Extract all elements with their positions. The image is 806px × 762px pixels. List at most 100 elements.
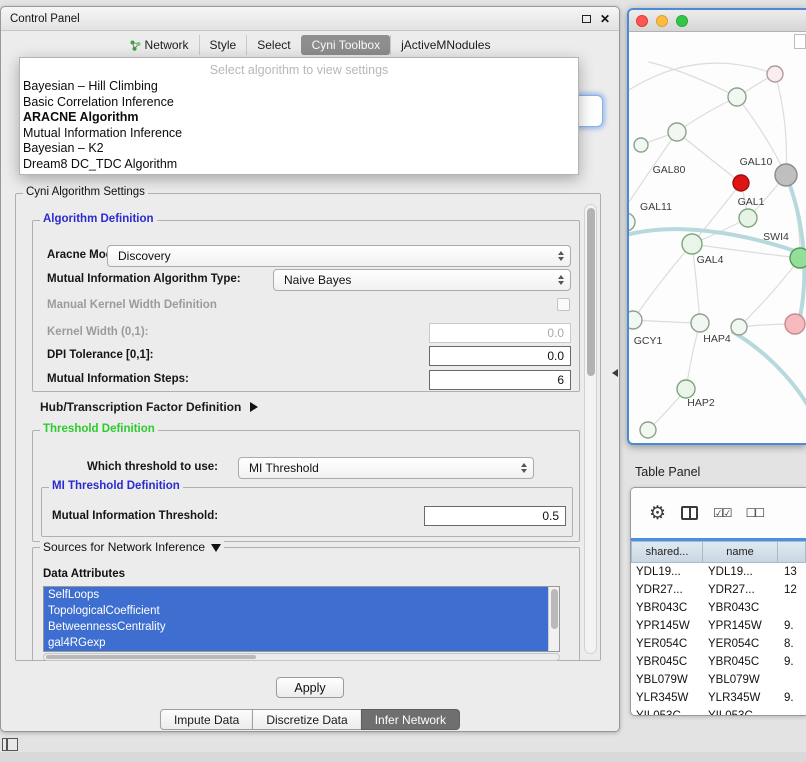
network-node[interactable]: [775, 164, 797, 186]
algorithm-option[interactable]: Bayesian – Hill Climbing: [20, 79, 578, 95]
float-window-icon[interactable]: [582, 15, 591, 23]
node-label: GAL4: [697, 254, 724, 266]
network-canvas-area[interactable]: GAL80GAL11GAL10GAL1GAL4SWI4GCY1HAP4HAP2: [629, 32, 806, 443]
column-header[interactable]: [777, 541, 806, 563]
attributes-scrollbar[interactable]: [548, 587, 559, 651]
close-icon[interactable]: ✕: [600, 13, 610, 25]
select-none-icon[interactable]: ☐☐: [746, 506, 764, 520]
splitter-collapse-handle[interactable]: [612, 369, 618, 377]
control-panel-titlebar[interactable]: Control Panel ✕: [1, 7, 619, 31]
close-traffic-icon[interactable]: [636, 15, 648, 27]
tab-cyni-toolbox[interactable]: Cyni Toolbox: [301, 35, 390, 55]
table-row[interactable]: YER054CYER054C8.: [631, 635, 806, 653]
algorithm-option[interactable]: Dream8 DC_TDC Algorithm: [20, 157, 578, 173]
zoom-traffic-icon[interactable]: [676, 15, 688, 27]
network-node[interactable]: [677, 380, 695, 398]
sources-title[interactable]: Sources for Network Inference: [40, 540, 224, 554]
tab-select[interactable]: Select: [246, 35, 300, 55]
attributes-scrollbar-thumb[interactable]: [551, 589, 558, 629]
table-row[interactable]: YDL19...YDL19...13: [631, 563, 806, 581]
table-row[interactable]: YBR045CYBR045C9.: [631, 653, 806, 671]
column-header[interactable]: shared...: [631, 541, 703, 563]
mi-algorithm-type-select[interactable]: Naive Bayes: [273, 269, 571, 291]
select-all-checked-icon[interactable]: ☑☑: [713, 506, 731, 520]
mi-algorithm-type-value: Naive Bayes: [284, 273, 351, 287]
network-edge: [633, 320, 700, 323]
node-label: HAP4: [703, 333, 731, 345]
mi-steps-field[interactable]: 6: [429, 370, 571, 390]
network-node[interactable]: [790, 248, 806, 268]
dpi-tolerance-field[interactable]: 0.0: [429, 346, 571, 366]
network-node[interactable]: [629, 311, 642, 329]
network-node[interactable]: [682, 234, 702, 254]
network-node[interactable]: [668, 123, 686, 141]
manual-kernel-width-checkbox[interactable]: [557, 298, 570, 311]
tab-style[interactable]: Style: [199, 35, 247, 55]
network-node[interactable]: [691, 314, 709, 332]
network-node[interactable]: [629, 213, 635, 231]
algorithm-option[interactable]: Basic Correlation Inference: [20, 95, 578, 111]
table-cell: YBL079W: [631, 671, 703, 689]
node-label: GAL11: [640, 201, 672, 213]
threshold-definition-group: Threshold Definition Which threshold to …: [32, 430, 580, 542]
network-node[interactable]: [767, 66, 783, 82]
network-node[interactable]: [640, 422, 656, 438]
table-row[interactable]: YBR043CYBR043C: [631, 599, 806, 617]
algorithm-option[interactable]: Bayesian – K2: [20, 141, 578, 157]
expand-right-icon[interactable]: [250, 402, 258, 412]
mi-threshold-field[interactable]: 0.5: [424, 506, 566, 526]
settings-scrollbar-thumb[interactable]: [587, 208, 595, 376]
network-window-titlebar[interactable]: [629, 10, 806, 32]
algorithm-option[interactable]: ARACNE Algorithm: [20, 110, 578, 126]
bottom-tab-infer-network[interactable]: Infer Network: [361, 709, 460, 730]
hub-transcription-factor-section[interactable]: Hub/Transcription Factor Definition: [40, 400, 258, 414]
attributes-h-scrollbar-thumb[interactable]: [46, 655, 256, 659]
bottom-tab-discretize-data[interactable]: Discretize Data: [252, 709, 361, 730]
table-body: YDL19...YDL19...13YDR27...YDR27...12YBR0…: [631, 563, 806, 716]
table-panel-window: ⚙ ☑☑ ☐☐ shared...name YDL19...YDL19...13…: [630, 487, 806, 716]
table-cell: YLR345W: [703, 689, 779, 707]
bottom-tab-impute-data[interactable]: Impute Data: [160, 709, 253, 730]
node-label: HAP2: [687, 397, 715, 409]
table-row[interactable]: YIL053CYIL053C: [631, 707, 806, 716]
attribute-item[interactable]: BetweennessCentrality: [44, 619, 548, 635]
dock-panel-icon[interactable]: [2, 738, 18, 751]
data-attributes-list[interactable]: SelfLoopsTopologicalCoefficientBetweenne…: [43, 586, 560, 652]
table-cell: YBR043C: [631, 599, 703, 617]
attribute-item[interactable]: gal4RGexp: [44, 635, 548, 651]
tab-jactivemnodules[interactable]: jActiveMNodules: [390, 35, 500, 55]
column-header[interactable]: name: [702, 541, 778, 563]
network-node[interactable]: [739, 209, 757, 227]
aracne-mode-select[interactable]: Discovery: [107, 245, 571, 267]
table-cell: YPR145W: [631, 617, 703, 635]
collapse-down-icon[interactable]: [211, 544, 221, 552]
attribute-item[interactable]: SelfLoops: [44, 587, 548, 603]
settings-scrollbar[interactable]: [584, 204, 597, 654]
kernel-width-field[interactable]: 0.0: [429, 323, 571, 343]
tab-network[interactable]: Network: [120, 35, 199, 55]
gear-icon[interactable]: ⚙: [649, 504, 666, 523]
network-node[interactable]: [733, 175, 749, 191]
network-node[interactable]: [785, 314, 805, 334]
network-node[interactable]: [731, 319, 747, 335]
attribute-item[interactable]: TopologicalCoefficient: [44, 603, 548, 619]
network-view-window: GAL80GAL11GAL10GAL1GAL4SWI4GCY1HAP4HAP2: [627, 8, 806, 445]
which-threshold-select[interactable]: MI Threshold: [238, 457, 534, 479]
table-row[interactable]: YBL079WYBL079W: [631, 671, 806, 689]
attributes-h-scrollbar[interactable]: [43, 653, 560, 661]
network-node[interactable]: [728, 88, 746, 106]
control-panel-tabs: NetworkStyleSelectCyni ToolboxjActiveMNo…: [1, 31, 619, 59]
table-row[interactable]: YLR345WYLR345W9.: [631, 689, 806, 707]
table-row[interactable]: YDR27...YDR27...12: [631, 581, 806, 599]
apply-button[interactable]: Apply: [276, 677, 344, 698]
algorithm-option[interactable]: Mutual Information Inference: [20, 126, 578, 142]
table-row[interactable]: YPR145WYPR145W9.: [631, 617, 806, 635]
minimize-traffic-icon[interactable]: [656, 15, 668, 27]
mi-threshold-definition-group: MI Threshold Definition Mutual Informati…: [41, 487, 573, 537]
network-edge: [629, 63, 775, 90]
column-chooser-icon[interactable]: [681, 506, 698, 520]
network-node[interactable]: [634, 138, 648, 152]
network-edge: [775, 74, 787, 175]
table-cell: YBR045C: [703, 653, 779, 671]
network-canvas[interactable]: GAL80GAL11GAL10GAL1GAL4SWI4GCY1HAP4HAP2: [629, 32, 806, 445]
